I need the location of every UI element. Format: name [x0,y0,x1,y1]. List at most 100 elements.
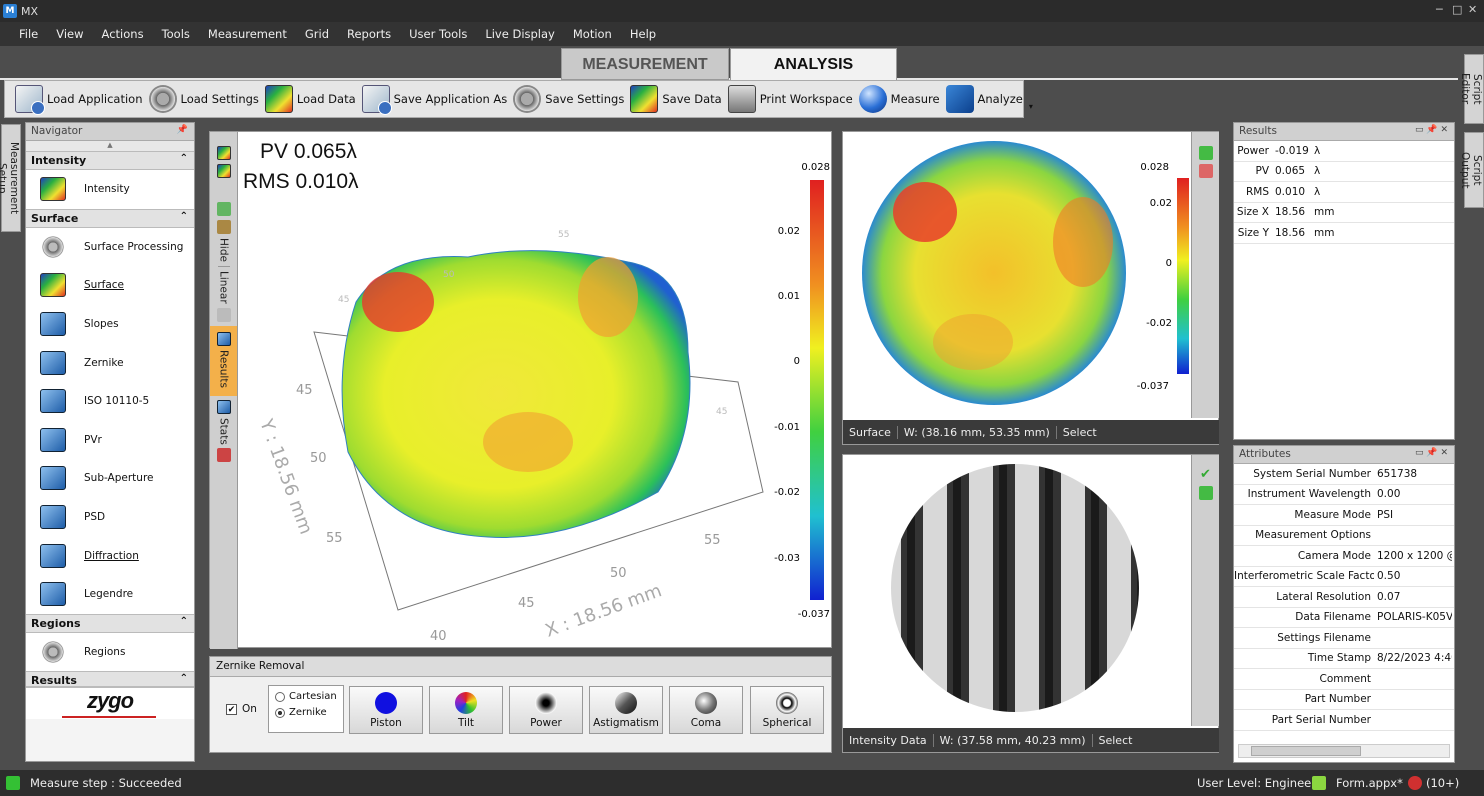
results-icon [216,331,231,346]
chevron-up-icon[interactable]: ⌃ [180,616,188,627]
stats-toggle[interactable]: Stats [218,418,230,445]
save-settings-button[interactable]: Save Settings [513,82,624,116]
coma-button[interactable]: Coma [669,686,743,734]
pin-icon[interactable]: 📌 [177,125,188,135]
form-file[interactable]: Form.appx* [1336,776,1403,790]
menu-user-tools[interactable]: User Tools [409,27,467,41]
panel-controls-icon[interactable]: ▭ 📌 ✕ [1415,448,1448,458]
nav-item-psd[interactable]: PSD [26,497,194,537]
nav-item-sub-aperture[interactable]: Sub-Aperture [26,459,194,498]
menu-measurement[interactable]: Measurement [208,27,287,41]
toolbar-overflow-icon[interactable]: ▾ [1029,102,1033,111]
attributes-horizontal-scrollbar[interactable] [1238,744,1450,758]
menu-file[interactable]: File [19,27,38,41]
linear-toggle[interactable]: Linear [217,265,230,304]
x-tick-45: 45 [518,596,535,611]
nav-item-pvr[interactable]: PVr [26,420,194,460]
script-editor-side-tab[interactable]: Script Editor [1459,54,1484,124]
bar-chart-icon[interactable] [216,448,231,463]
panel-controls-icon[interactable]: ▭ 📌 ✕ [1415,125,1448,135]
zernike-on-checkbox[interactable]: ✔ On [226,703,257,715]
spherical-icon [776,692,798,714]
chevron-up-icon[interactable]: ⌃ [180,153,188,164]
zygo-logo: zygo [26,687,194,720]
nav-item-slopes[interactable]: Slopes [26,304,194,344]
load-settings-button[interactable]: Load Settings [148,82,259,116]
attr-row-measure-mode: Measure Mode PSI [1234,505,1454,526]
load-data-button[interactable]: Load Data [264,82,356,116]
nav-section-results[interactable]: Results ⌃ [26,671,194,688]
nav-item-intensity[interactable]: Intensity [26,170,194,209]
expand-icon[interactable] [1198,486,1213,500]
view-icon[interactable] [216,146,231,160]
measure-button[interactable]: Measure [858,82,940,116]
intensity-status-label: Intensity Data [843,733,934,747]
menu-reports[interactable]: Reports [347,27,391,41]
print-workspace-button[interactable]: Print Workspace [727,82,853,116]
checkmark-icon[interactable]: ✔ [1192,467,1219,482]
piston-button[interactable]: Piston [349,686,423,734]
color-map-icon[interactable] [216,164,231,178]
chart-icon[interactable] [216,220,231,234]
minimize-icon[interactable]: ─ [1436,3,1443,16]
nav-item-iso-10110-5[interactable]: ISO 10110-5 [26,381,194,421]
nav-item-surface-processing[interactable]: Surface Processing [26,227,194,267]
menu-live-display[interactable]: Live Display [485,27,555,41]
close-icon[interactable]: ✕ [1468,3,1477,16]
save-data-button[interactable]: Save Data [630,82,722,116]
spherical-button[interactable]: Spherical [750,686,824,734]
save-application-as-button[interactable]: Save Application As [361,82,507,116]
nav-section-surface[interactable]: Surface ⌃ [26,208,194,228]
nav-item-zernike[interactable]: Zernike [26,343,194,382]
maximize-icon[interactable]: □ [1452,3,1462,16]
ruler-icon[interactable] [216,307,231,322]
plot-side-toolbar: Hide Linear Results Stats [210,132,238,649]
power-button[interactable]: Power [509,686,583,734]
menu-tools[interactable]: Tools [162,27,190,41]
hide-toggle[interactable]: Hide [218,238,230,262]
nav-section-intensity[interactable]: Intensity ⌃ [26,151,194,170]
tab-measurement[interactable]: MEASUREMENT [561,48,729,80]
menu-actions[interactable]: Actions [102,27,144,41]
nav-item-diffraction[interactable]: Diffraction [26,536,194,575]
nav-item-surface[interactable]: Surface [26,266,194,305]
error-icon[interactable] [1408,776,1422,790]
expand-icon[interactable] [216,202,231,216]
chevron-up-icon[interactable]: ⌃ [180,673,188,684]
intensity-fringe-plot[interactable] [843,455,1191,726]
nav-item-regions[interactable]: Regions [26,632,194,672]
3d-view-icon[interactable] [1198,164,1213,178]
menu-motion[interactable]: Motion [573,27,612,41]
analysis-icon [40,466,66,491]
navigator-scroll-up[interactable]: ▲ [26,141,194,151]
menu-view[interactable]: View [56,27,83,41]
scrollbar-thumb[interactable] [1251,746,1361,756]
menu-help[interactable]: Help [630,27,656,41]
measurement-setup-side-tab[interactable]: Measurement Setup [0,124,21,232]
mode-zernike-radio[interactable]: Zernike [275,707,337,718]
tilt-button[interactable]: Tilt [429,686,503,734]
menu-grid[interactable]: Grid [305,27,329,41]
error-count[interactable]: (10+) [1426,776,1459,790]
expand-icon[interactable] [1198,146,1213,160]
tab-analysis[interactable]: ANALYSIS [730,48,897,80]
toolbar-gap [210,182,237,198]
stats-icon[interactable] [216,399,231,414]
astigmatism-button[interactable]: Astigmatism [589,686,663,734]
load-application-button[interactable]: Load Application [15,82,143,116]
nav-item-legendre[interactable]: Legendre [26,574,194,614]
surface-status-size: W: (38.16 mm, 53.35 mm) [898,425,1057,439]
checkbox-checked-icon[interactable]: ✔ [226,703,237,715]
results-tab-active[interactable]: Results [210,325,237,396]
nav-section-regions[interactable]: Regions ⌃ [26,613,194,633]
surface-3d-plot[interactable]: Y : 18.56 mm X : 18.56 mm 45 50 55 40 45… [238,132,832,647]
gears-icon [40,639,66,664]
analyze-button[interactable]: Analyze [945,82,1023,116]
surface-select-button[interactable]: Select [1057,426,1103,439]
script-output-side-tab[interactable]: Script Output [1459,132,1484,208]
mode-cartesian-radio[interactable]: Cartesian [275,691,337,702]
scale-tick-3: -0.01 [774,422,800,433]
intensity-select-button[interactable]: Select [1093,734,1139,747]
surface-map-plot[interactable]: 0.028 -0.037 0.02 0 -0.02 [843,132,1191,418]
chevron-up-icon[interactable]: ⌃ [180,211,188,222]
